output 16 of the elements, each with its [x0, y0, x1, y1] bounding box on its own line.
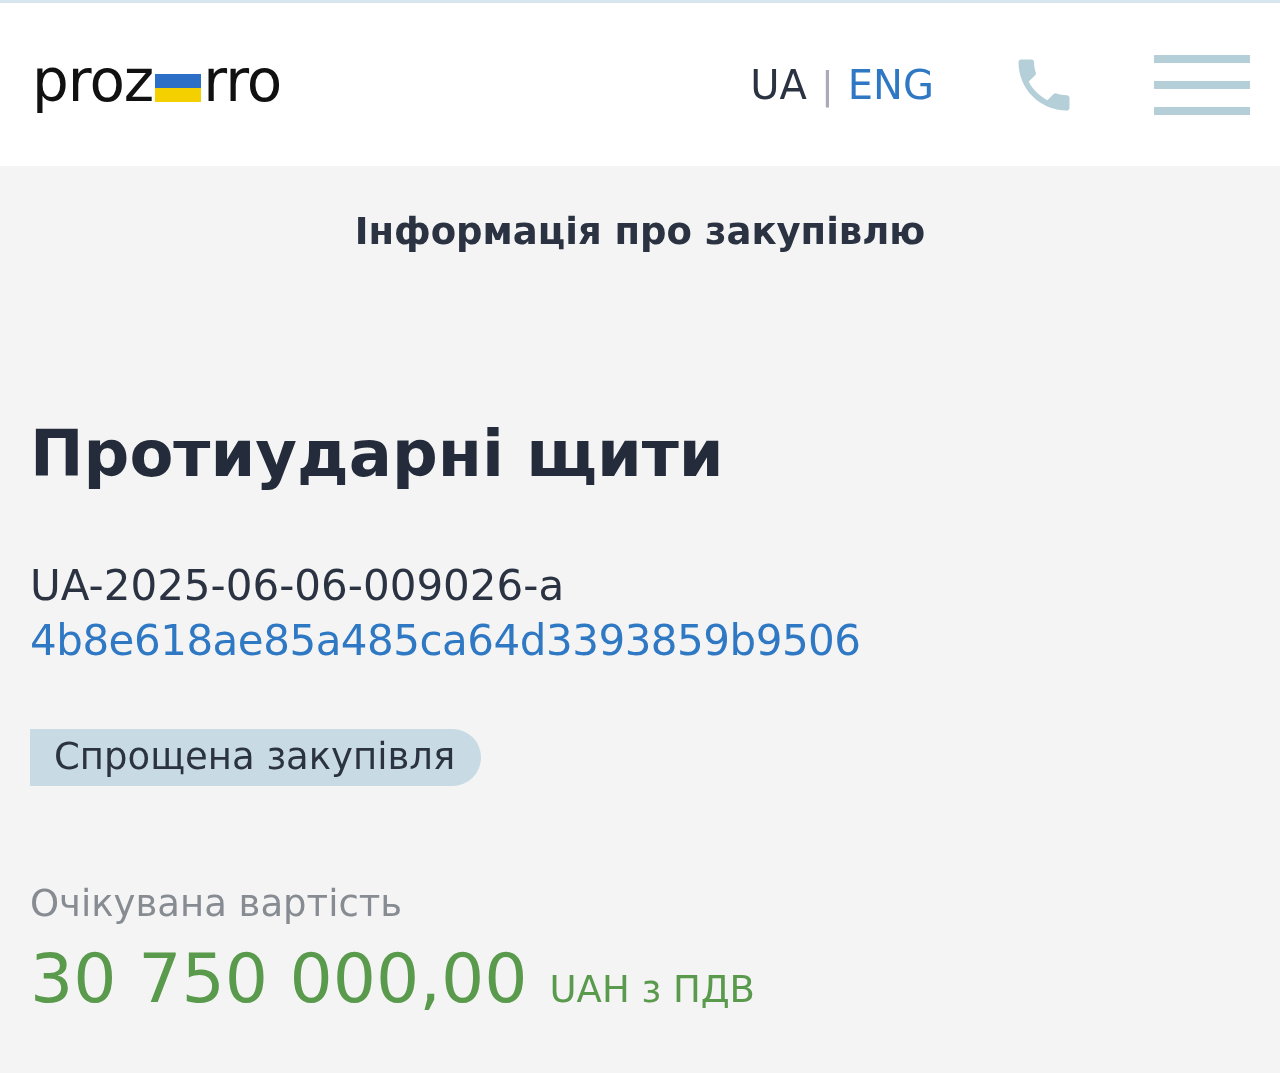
language-link[interactable]: UA	[750, 61, 807, 108]
menu-icon[interactable]	[1154, 54, 1250, 115]
logo-text: rro	[203, 46, 282, 115]
flag-icon	[155, 73, 202, 102]
currency-text: UAH з ПДВ	[549, 968, 755, 1012]
tender-id: UA-2025-06-06-009026-a	[30, 561, 566, 611]
expected-value-amount: 30 750 000,00	[30, 939, 528, 1019]
tender-hash-link[interactable]: 4b8e618ae85a485ca64d3393859b9506	[30, 616, 1250, 666]
language-separator: |	[821, 62, 834, 107]
language-link[interactable]: ENG	[847, 61, 934, 108]
logo[interactable]: proz rro	[32, 46, 282, 115]
procurement-type-badge: Спрощена закупівля	[30, 729, 482, 787]
expected-value-label: Очікувана вартість	[30, 882, 404, 926]
logo-text: proz	[32, 46, 154, 115]
page-title: Інформація про закупівлю	[353, 210, 927, 253]
tender-title: Протиударні щити	[30, 419, 725, 490]
